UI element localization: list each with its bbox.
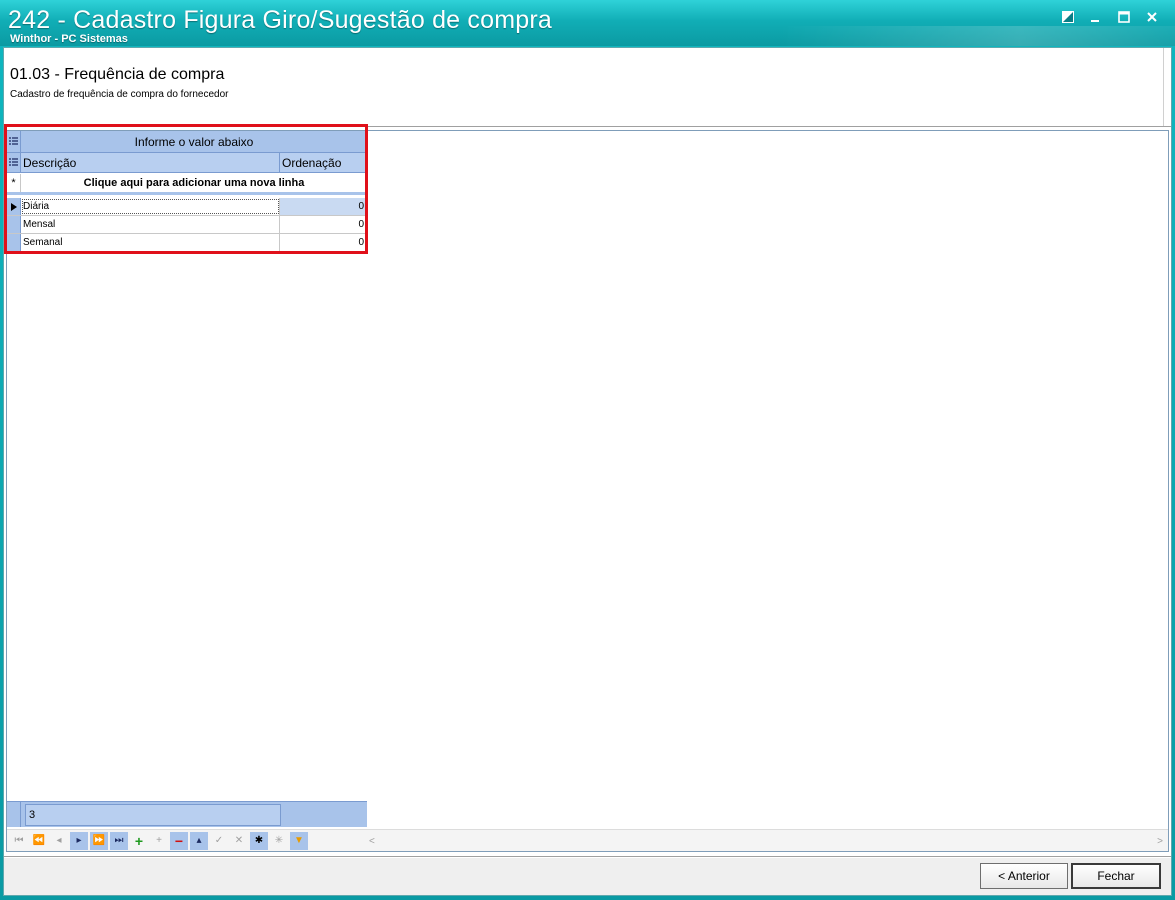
cancel-icon[interactable]: ✕ bbox=[230, 832, 248, 850]
cell-ordenacao[interactable]: 0 bbox=[280, 198, 367, 215]
header-scrollbar[interactable] bbox=[1163, 48, 1169, 126]
close-icon[interactable] bbox=[1141, 8, 1163, 26]
title-bar[interactable]: 242 - Cadastro Figura Giro/Sugestão de c… bbox=[0, 0, 1175, 46]
horizontal-scrollbar[interactable]: < > bbox=[367, 834, 1165, 848]
edit-icon[interactable]: ▴ bbox=[190, 831, 208, 850]
prev-record-icon[interactable]: ◂ bbox=[50, 832, 68, 850]
app-window: 242 - Cadastro Figura Giro/Sugestão de c… bbox=[0, 0, 1175, 900]
next-page-icon[interactable]: ⏩ bbox=[90, 831, 108, 850]
cell-ordenacao[interactable]: 0 bbox=[280, 234, 367, 251]
header-chooser-icon[interactable] bbox=[7, 153, 21, 172]
scroll-left-icon[interactable]: < bbox=[369, 836, 375, 847]
header-divider bbox=[4, 126, 1171, 128]
post-icon[interactable]: ✓ bbox=[210, 832, 228, 850]
bookmark-icon[interactable]: ✱ bbox=[250, 831, 268, 850]
delete-icon[interactable]: − bbox=[170, 831, 188, 850]
column-chooser-icon[interactable] bbox=[7, 131, 21, 152]
grid-group-header: Informe o valor abaixo bbox=[7, 131, 367, 153]
cell-descricao[interactable]: Semanal bbox=[21, 234, 280, 251]
step-title: 01.03 - Frequência de compra bbox=[10, 66, 225, 83]
new-row-prompt[interactable]: Clique aqui para adicionar uma nova linh… bbox=[21, 174, 367, 192]
current-row-arrow-icon[interactable] bbox=[7, 198, 21, 215]
restore-icon[interactable] bbox=[1057, 8, 1079, 26]
close-button[interactable]: Fechar bbox=[1071, 863, 1161, 889]
column-header-ordenacao[interactable]: Ordenação bbox=[280, 153, 367, 172]
record-count: 3 bbox=[25, 804, 281, 826]
grid-panel: Informe o valor abaixo Descrição Ordenaç… bbox=[6, 130, 1169, 852]
button-bar: < Anterior Fechar bbox=[4, 858, 1171, 895]
table-row[interactable]: Diária 0 bbox=[7, 198, 367, 216]
cell-descricao[interactable]: Diária bbox=[21, 198, 280, 215]
window-subtitle: Winthor - PC Sistemas bbox=[10, 33, 128, 45]
cell-descricao[interactable]: Mensal bbox=[21, 216, 280, 233]
new-row[interactable]: * Clique aqui para adicionar uma nova li… bbox=[7, 174, 367, 195]
first-record-icon[interactable]: ⏮ bbox=[10, 832, 28, 850]
filter-icon[interactable]: ▼ bbox=[290, 831, 308, 850]
group-header-label: Informe o valor abaixo bbox=[134, 134, 254, 149]
window-title: 242 - Cadastro Figura Giro/Sugestão de c… bbox=[8, 6, 552, 34]
new-row-marker: * bbox=[7, 174, 21, 192]
table-row[interactable]: Mensal 0 bbox=[7, 216, 367, 234]
previous-button[interactable]: < Anterior bbox=[980, 863, 1068, 889]
titlebar-decoration bbox=[780, 26, 1175, 46]
insert-icon[interactable]: + bbox=[130, 832, 148, 850]
goto-bookmark-icon[interactable]: ✳ bbox=[270, 832, 288, 850]
column-header-descricao[interactable]: Descrição bbox=[21, 153, 280, 172]
window-controls bbox=[1057, 8, 1163, 26]
table-row[interactable]: Semanal 0 bbox=[7, 234, 367, 252]
maximize-icon[interactable] bbox=[1113, 8, 1135, 26]
grid-footer: 3 bbox=[7, 801, 367, 827]
step-description: Cadastro de frequência de compra do forn… bbox=[10, 89, 229, 100]
row-indicator[interactable] bbox=[7, 234, 21, 251]
grid-navigator: ⏮ ⏪ ◂ ▸ ⏩ ⏭ + + − ▴ ✓ ✕ ✱ ✳ ▼ < > bbox=[7, 829, 1168, 851]
footer-indicator bbox=[7, 802, 21, 827]
last-record-icon[interactable]: ⏭ bbox=[110, 831, 128, 850]
step-header: 01.03 - Frequência de compra Cadastro de… bbox=[4, 48, 1171, 126]
client-area: 01.03 - Frequência de compra Cadastro de… bbox=[3, 47, 1172, 896]
grid-column-headers: Descrição Ordenação bbox=[7, 153, 367, 173]
append-icon[interactable]: + bbox=[150, 832, 168, 850]
prev-page-icon[interactable]: ⏪ bbox=[30, 832, 48, 850]
next-record-icon[interactable]: ▸ bbox=[70, 831, 88, 850]
cell-ordenacao[interactable]: 0 bbox=[280, 216, 367, 233]
minimize-icon[interactable] bbox=[1085, 8, 1107, 26]
scroll-right-icon[interactable]: > bbox=[1157, 836, 1163, 847]
row-indicator[interactable] bbox=[7, 216, 21, 233]
